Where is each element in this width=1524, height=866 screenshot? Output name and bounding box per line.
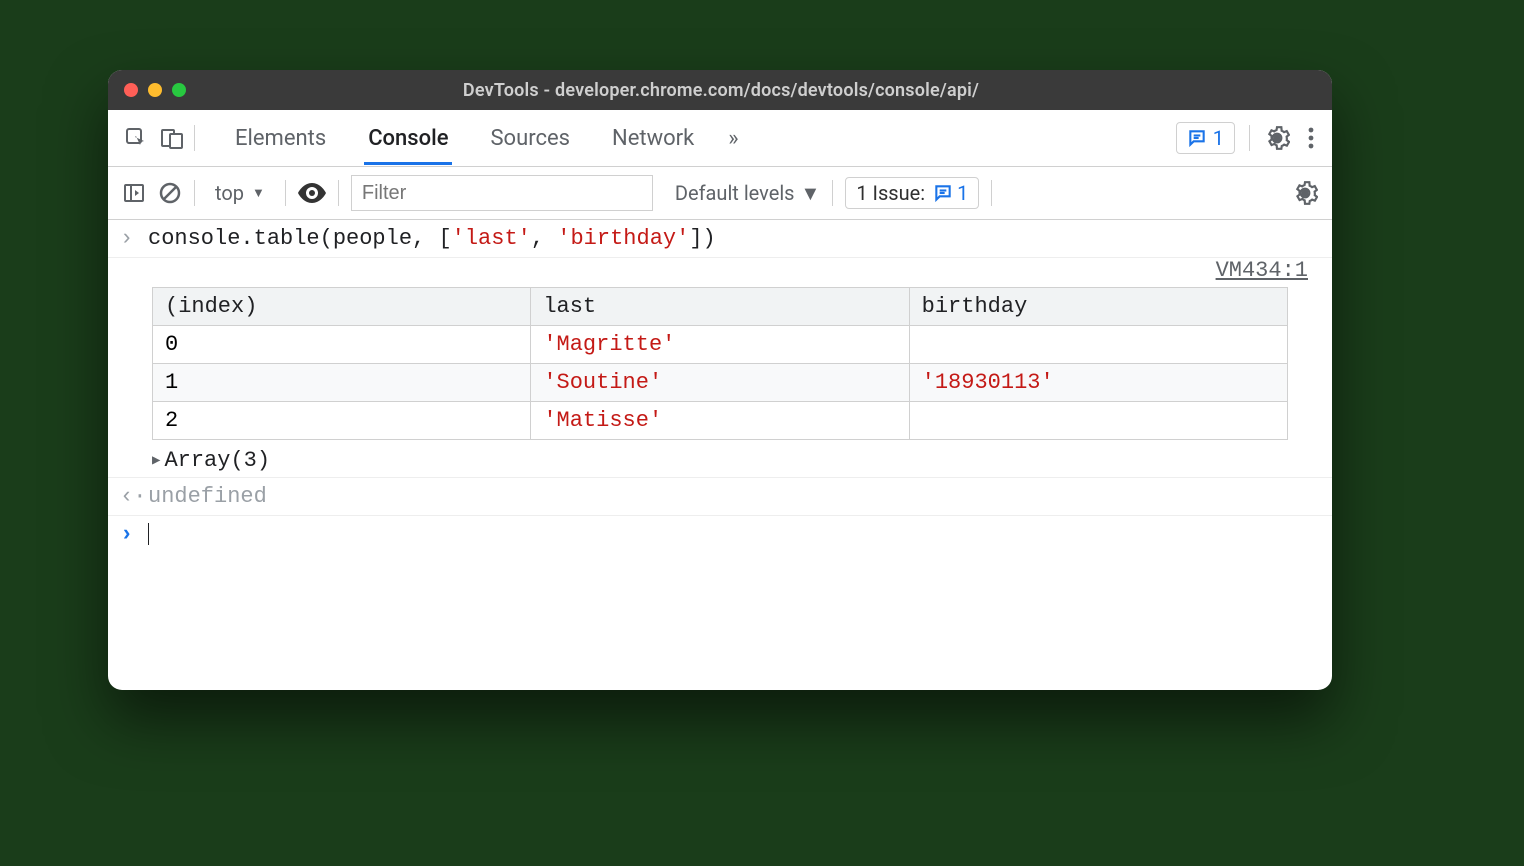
live-expression-icon[interactable]	[298, 183, 326, 203]
tab-network[interactable]: Network	[608, 112, 698, 165]
prompt-chevron-icon: ›	[120, 522, 148, 547]
messages-badge[interactable]: 1	[1176, 122, 1235, 154]
sidebar-toggle-icon[interactable]	[122, 181, 146, 205]
return-value: undefined	[148, 484, 1320, 509]
issues-count: 1	[957, 181, 968, 205]
input-chevron-icon: ›	[120, 226, 148, 251]
device-toggle-icon[interactable]	[158, 124, 186, 152]
cell-index: 0	[153, 326, 531, 364]
cell-birthday	[909, 402, 1287, 440]
console-prompt-row[interactable]: ›	[108, 516, 1332, 553]
issues-badge[interactable]: 1 Issue: 1	[845, 177, 979, 209]
array-summary-text: Array(3)	[164, 448, 270, 473]
console-prompt-input[interactable]	[148, 522, 1320, 547]
cell-last: 'Soutine'	[531, 364, 909, 402]
levels-label: Default levels	[675, 181, 795, 205]
console-table-wrapper: (index)lastbirthday 0'Magritte'1'Soutine…	[108, 283, 1332, 444]
cell-birthday	[909, 326, 1287, 364]
clear-console-icon[interactable]	[158, 181, 182, 205]
chevron-down-icon: ▼	[252, 185, 265, 201]
window-controls	[124, 83, 186, 97]
separator	[194, 180, 195, 206]
console-input-row: › console.table(people, ['last', 'birthd…	[108, 220, 1332, 258]
inspect-element-icon[interactable]	[122, 124, 150, 152]
more-tabs-icon[interactable]: »	[728, 126, 738, 151]
console-output: › console.table(people, ['last', 'birthd…	[108, 220, 1332, 690]
cell-last: 'Matisse'	[531, 402, 909, 440]
cell-index: 1	[153, 364, 531, 402]
tabbar: Elements Console Sources Network » 1	[108, 110, 1332, 167]
messages-count: 1	[1213, 126, 1224, 150]
execution-context-selector[interactable]: top ▼	[207, 181, 273, 205]
console-toolbar: top ▼ Default levels ▼ 1 Issue: 1	[108, 167, 1332, 220]
tab-sources[interactable]: Sources	[486, 112, 574, 165]
issues-label: 1 Issue:	[856, 181, 925, 205]
table-header[interactable]: last	[531, 288, 909, 326]
separator	[285, 180, 286, 206]
chat-icon	[933, 183, 953, 203]
cell-birthday: '18930113'	[909, 364, 1287, 402]
console-command[interactable]: console.table(people, ['last', 'birthday…	[148, 226, 1320, 251]
window-title: DevTools - developer.chrome.com/docs/dev…	[186, 80, 1256, 101]
source-link-row: VM434:1	[108, 258, 1332, 283]
return-chevron-icon: ‹·	[120, 484, 148, 509]
settings-icon[interactable]	[1264, 125, 1290, 151]
chat-icon	[1187, 128, 1207, 148]
console-return-row: ‹· undefined	[108, 477, 1332, 516]
separator	[1249, 125, 1250, 151]
tab-elements[interactable]: Elements	[231, 112, 330, 165]
devtools-window: DevTools - developer.chrome.com/docs/dev…	[108, 70, 1332, 690]
table-row: 2'Matisse'	[153, 402, 1288, 440]
fullscreen-window-icon[interactable]	[172, 83, 186, 97]
cell-last: 'Magritte'	[531, 326, 909, 364]
separator	[338, 180, 339, 206]
table-row: 1'Soutine''18930113'	[153, 364, 1288, 402]
table-row: 0'Magritte'	[153, 326, 1288, 364]
chevron-down-icon: ▼	[801, 181, 821, 206]
separator	[194, 125, 195, 151]
console-settings-icon[interactable]	[1292, 180, 1318, 206]
console-table: (index)lastbirthday 0'Magritte'1'Soutine…	[152, 287, 1288, 440]
filter-input[interactable]	[351, 175, 653, 211]
tab-console[interactable]: Console	[364, 112, 452, 165]
separator	[832, 180, 833, 206]
cell-index: 2	[153, 402, 531, 440]
titlebar: DevTools - developer.chrome.com/docs/dev…	[108, 70, 1332, 110]
table-header[interactable]: (index)	[153, 288, 531, 326]
minimize-window-icon[interactable]	[148, 83, 162, 97]
separator	[991, 180, 992, 206]
close-window-icon[interactable]	[124, 83, 138, 97]
log-levels-selector[interactable]: Default levels ▼	[675, 181, 820, 206]
kebab-menu-icon[interactable]	[1304, 127, 1318, 149]
table-header[interactable]: birthday	[909, 288, 1287, 326]
array-summary[interactable]: ▶ Array(3)	[108, 444, 1332, 477]
panel-tabs: Elements Console Sources Network	[231, 112, 698, 165]
source-link[interactable]: VM434:1	[1216, 258, 1308, 283]
expand-triangle-icon: ▶	[152, 452, 160, 469]
context-label: top	[215, 181, 244, 205]
